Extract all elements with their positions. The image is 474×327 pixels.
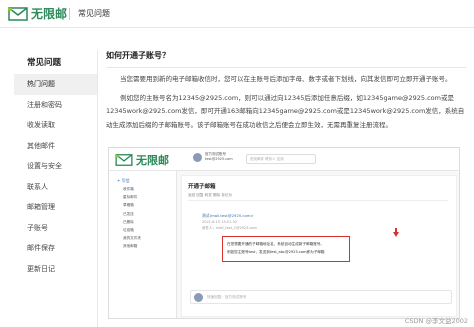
user-email: test@2925.com <box>205 157 233 161</box>
logo-text: 无限邮 <box>31 7 68 21</box>
sidebar-item-contacts[interactable]: 联系人 <box>14 177 97 198</box>
sidebar-item-other-mail[interactable]: 其他邮件 <box>14 136 97 157</box>
folder-item: 垃圾箱 <box>123 227 134 232</box>
sidebar-item-settings-security[interactable]: 设置与安全 <box>14 156 97 177</box>
compose-button: + 写信 <box>117 178 130 183</box>
sidebar-item-mailbox-management[interactable]: 邮箱管理 <box>14 197 97 218</box>
example-screenshot: 无限邮 官方测试账号 test@2925.com 查找邮件 联系人 应用 + 写… <box>108 147 460 319</box>
sidebar-item-hot[interactable]: 热门问题 <box>14 74 97 95</box>
screenshot-user: 官方测试账号 test@2925.com <box>193 152 233 162</box>
top-bar: 无限邮 常见问题 <box>0 0 474 28</box>
highlighted-mail-body: 在您想要开通的子邮箱地址名，系统自动生成新子邮箱账号。 例如您主账号test，发… <box>222 236 350 262</box>
folder-item: 已发送 <box>123 211 134 216</box>
sidebar-item-changelog[interactable]: 更新日记 <box>14 259 97 280</box>
folder-item: 收件箱 <box>123 187 134 191</box>
folder-item: 星标邮件 <box>123 195 138 200</box>
folder-item: 草稿箱 <box>123 203 134 208</box>
screenshot-search: 查找邮件 联系人 应用 <box>246 154 316 164</box>
watermark: CSDN @李文益2002 <box>404 317 468 325</box>
header-divider <box>69 8 70 20</box>
folder-item: 其他邮箱 <box>123 244 138 249</box>
mail-header: 测试(mail.test@2925.com> 2021-6-15 15:01:3… <box>202 213 257 231</box>
screenshot-logo: 无限邮 <box>115 152 169 168</box>
avatar <box>193 152 202 162</box>
sidebar-item-sub-account[interactable]: 子账号 <box>14 218 97 239</box>
screenshot-sidebar: + 写信 收件箱 星标邮件 草稿箱 已发送 已删除 垃圾箱 我的文件夹 其他邮箱 <box>109 171 177 318</box>
sidebar-item-register-password[interactable]: 注册和密码 <box>14 95 97 116</box>
envelope-logo-icon <box>8 6 28 22</box>
avatar <box>194 293 203 302</box>
article: 如何开通子账号？ 当您需要用到新的电子邮箱收信时，您可以在主账号后添加字母、数字… <box>106 50 466 132</box>
mail-recipient: 收件人：mail_test_1@2925.com <box>202 226 257 230</box>
help-sidebar: 常见问题 热门问题 注册和密码 收发读取 其他邮件 设置与安全 联系人 邮箱管理… <box>14 50 98 327</box>
sidebar-item-send-receive[interactable]: 收发读取 <box>14 115 97 136</box>
sidebar-heading: 常见问题 <box>27 58 62 68</box>
sidebar-item-mail-storage[interactable]: 邮件保存 <box>14 238 97 259</box>
folder-item: 已删除 <box>123 219 134 224</box>
folder-item: 我的文件夹 <box>123 236 141 241</box>
article-paragraph: 当您需要用到新的电子邮箱收信时，您可以在主账号后添加字母、数字或者下划线，向其发… <box>120 75 452 83</box>
envelope-logo-icon <box>115 154 133 166</box>
arrow-head-icon <box>393 232 399 237</box>
screenshot-header: 无限邮 官方测试账号 test@2925.com 查找邮件 联系人 应用 <box>109 148 459 171</box>
mail-toolbar: 返回 回复 转发 删除 标记为 <box>188 193 448 201</box>
quick-reply: 快速回复：官方测试账号 <box>190 290 452 304</box>
screenshot-mail-view: 开通子邮箱 返回 回复 转发 删除 标记为 测试(mail.test@2925.… <box>181 175 457 317</box>
article-paragraph: 例如您的主账号名为12345@2925.com，则可以通过向12345后添加任意… <box>106 93 465 129</box>
article-title: 如何开通子账号？ <box>106 50 466 68</box>
screenshot-logo-text: 无限邮 <box>136 154 169 167</box>
page-title: 常见问题 <box>78 9 110 18</box>
logo[interactable]: 无限邮 <box>8 5 67 22</box>
mail-body-line: 例如您主账号test，发送到test_abc@2925.com即为子邮箱 <box>227 250 325 254</box>
mail-body-line: 在您想要开通的子邮箱地址名，系统自动生成新子邮箱账号。 <box>227 242 325 246</box>
mail-subject: 开通子邮箱 <box>188 184 216 190</box>
quick-reply-placeholder: 快速回复：官方测试账号 <box>207 295 247 299</box>
